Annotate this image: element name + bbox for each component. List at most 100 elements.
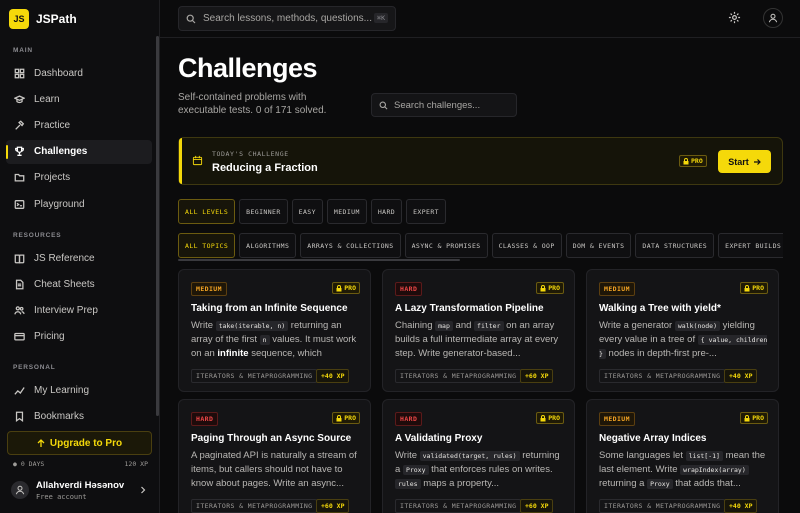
pro-label: PRO [344,414,356,422]
lock-icon [336,414,342,421]
user-menu[interactable]: Allahverdi Həsənov Free account [6,475,152,505]
sidebar-item-bookmarks[interactable]: Bookmarks [6,404,152,428]
sidebar-item-interview-prep[interactable]: Interview Prep [6,298,152,322]
gear-icon[interactable] [728,11,741,24]
challenge-card[interactable]: MEDIUM PRO Taking from an Infinite Sequenc… [178,269,371,392]
user-icon [768,13,778,23]
pro-label: PRO [548,284,560,292]
challenge-description: Chaining map and filter on an array buil… [395,320,559,359]
pro-label: PRO [691,157,703,165]
topic-chip-data-structures[interactable]: DATA STRUCTURES [635,233,715,258]
pro-badge: PRO [740,282,768,294]
pro-badge: PRO [740,412,768,424]
start-label: Start [728,156,749,167]
credit-card-icon [14,332,25,341]
lock-icon [683,157,689,164]
challenge-card[interactable]: MEDIUM PRO Negative Array Indices Some lang… [586,399,779,513]
level-chip-medium[interactable]: MEDIUM [326,199,367,224]
challenge-card[interactable]: MEDIUM PRO Walking a Tree with yield* Write… [586,269,779,392]
todays-challenge-card[interactable]: TODAY'S CHALLENGE Reducing a Fraction PR… [178,137,783,185]
sidebar-scrollbar[interactable] [156,36,159,416]
arrow-right-icon [753,158,761,165]
challenge-title: Walking a Tree with yield* [599,303,721,314]
topic-chip-arrays-collections[interactable]: ARRAYS & COLLECTIONS [300,233,401,258]
level-chip-hard[interactable]: HARD [370,199,403,224]
global-search-input[interactable]: Search lessons, methods, questions... ⌘K [178,6,396,31]
topic-tag: ITERATORS & METAPROGRAMMING [395,499,522,513]
chevron-right-icon [141,486,146,494]
pro-badge: PRO [536,412,564,424]
difficulty-badge: HARD [191,412,219,426]
sidebar-item-projects[interactable]: Projects [6,166,152,190]
user-icon [15,485,25,495]
xp-badge: +40 XP [724,499,758,513]
challenge-card[interactable]: HARD PRO A Validating Proxy Write validated… [382,399,575,513]
topic-chip-all-topics[interactable]: ALL TOPICS [178,233,236,258]
lock-icon [540,284,546,291]
lock-icon [540,414,546,421]
graduation-cap-icon [14,95,25,103]
difficulty-badge: HARD [395,282,423,296]
sidebar-item-js-reference[interactable]: JS Reference [6,246,152,270]
brand-name: JSPath [36,12,77,26]
sidebar-item-label: Practice [34,119,71,131]
todays-challenge-label: TODAY'S CHALLENGE [212,150,289,158]
profile-button[interactable] [763,8,783,28]
section-label-main: MAIN [13,47,33,54]
sidebar-item-pricing[interactable]: Pricing [6,325,152,349]
pro-label: PRO [548,414,560,422]
topic-chip-algorithms[interactable]: ALGORITHMS [239,233,297,258]
sidebar-item-label: Playground [34,198,85,210]
inline-code: n [259,335,270,345]
start-button[interactable]: Start [718,150,771,173]
section-label-resources: RESOURCES [13,232,62,239]
upgrade-button[interactable]: Upgrade to Pro [7,431,152,455]
sidebar-item-playground[interactable]: Playground [6,192,152,216]
challenge-search-input[interactable]: Search challenges... [371,93,517,117]
sidebar-item-dashboard[interactable]: Dashboard [6,61,152,85]
topic-chip-async-promises[interactable]: ASYNC & PROMISES [404,233,488,258]
sidebar-item-cheat-sheets[interactable]: Cheat Sheets [6,272,152,296]
inline-code: take(iterable, n) [215,321,289,331]
sidebar-item-label: Cheat Sheets [34,278,95,290]
difficulty-badge: HARD [395,412,423,426]
challenge-card[interactable]: HARD PRO Paging Through an Async Source A p… [178,399,371,513]
topic-chip-classes-oop[interactable]: CLASSES & OOP [491,233,562,258]
lock-icon [744,284,750,291]
topic-tag: ITERATORS & METAPROGRAMMING [191,499,318,513]
lock-icon [744,414,750,421]
pro-label: PRO [752,414,764,422]
topic-tag: ITERATORS & METAPROGRAMMING [599,369,726,383]
sidebar-item-label: Challenges [34,146,88,158]
streak-count: ● 0 DAYS [13,460,45,468]
search-icon [186,14,196,23]
sidebar-item-label: Dashboard [34,67,83,79]
pro-label: PRO [752,284,764,292]
level-chip-easy[interactable]: EASY [291,199,323,224]
level-filter: ALL LEVELS BEGINNER EASY MEDIUM HARD EXPERT [178,199,446,224]
challenge-card[interactable]: HARD PRO A Lazy Transformation Pipeline Cha… [382,269,575,392]
level-chip-beginner[interactable]: BEGINNER [239,199,288,224]
pro-badge: PRO [536,282,564,294]
shortcut-hint: ⌘K [374,13,388,23]
brand[interactable]: JS JSPath [9,9,77,29]
file-text-icon [15,279,24,290]
topic-chip-expert-builds[interactable]: EXPERT BUILDS [718,233,783,258]
page-subtitle: Self-contained problems with executable … [178,92,327,116]
sidebar-item-challenges[interactable]: Challenges [6,139,152,164]
xp-count: 120 XP [124,460,148,468]
sidebar-item-practice[interactable]: Practice [6,113,152,137]
avatar [11,481,29,499]
app-root: JS JSPath MAIN Dashboard Learn Practice Cha… [0,0,800,513]
folder-icon [14,174,25,182]
sidebar-item-my-learning[interactable]: My Learning [6,378,152,402]
topic-chip-dom-events[interactable]: DOM & EVENTS [565,233,632,258]
sidebar-item-learn[interactable]: Learn [6,87,152,111]
xp-badge: +40 XP [316,369,350,383]
inline-code: Proxy [647,479,673,489]
level-chip-all-levels[interactable]: ALL LEVELS [178,199,236,224]
level-chip-expert[interactable]: EXPERT [406,199,446,224]
topic-scrollbar[interactable] [178,259,460,261]
challenge-description: Write validated(target, rules) returning… [395,450,560,489]
global-search-placeholder: Search lessons, methods, questions... [203,13,372,24]
